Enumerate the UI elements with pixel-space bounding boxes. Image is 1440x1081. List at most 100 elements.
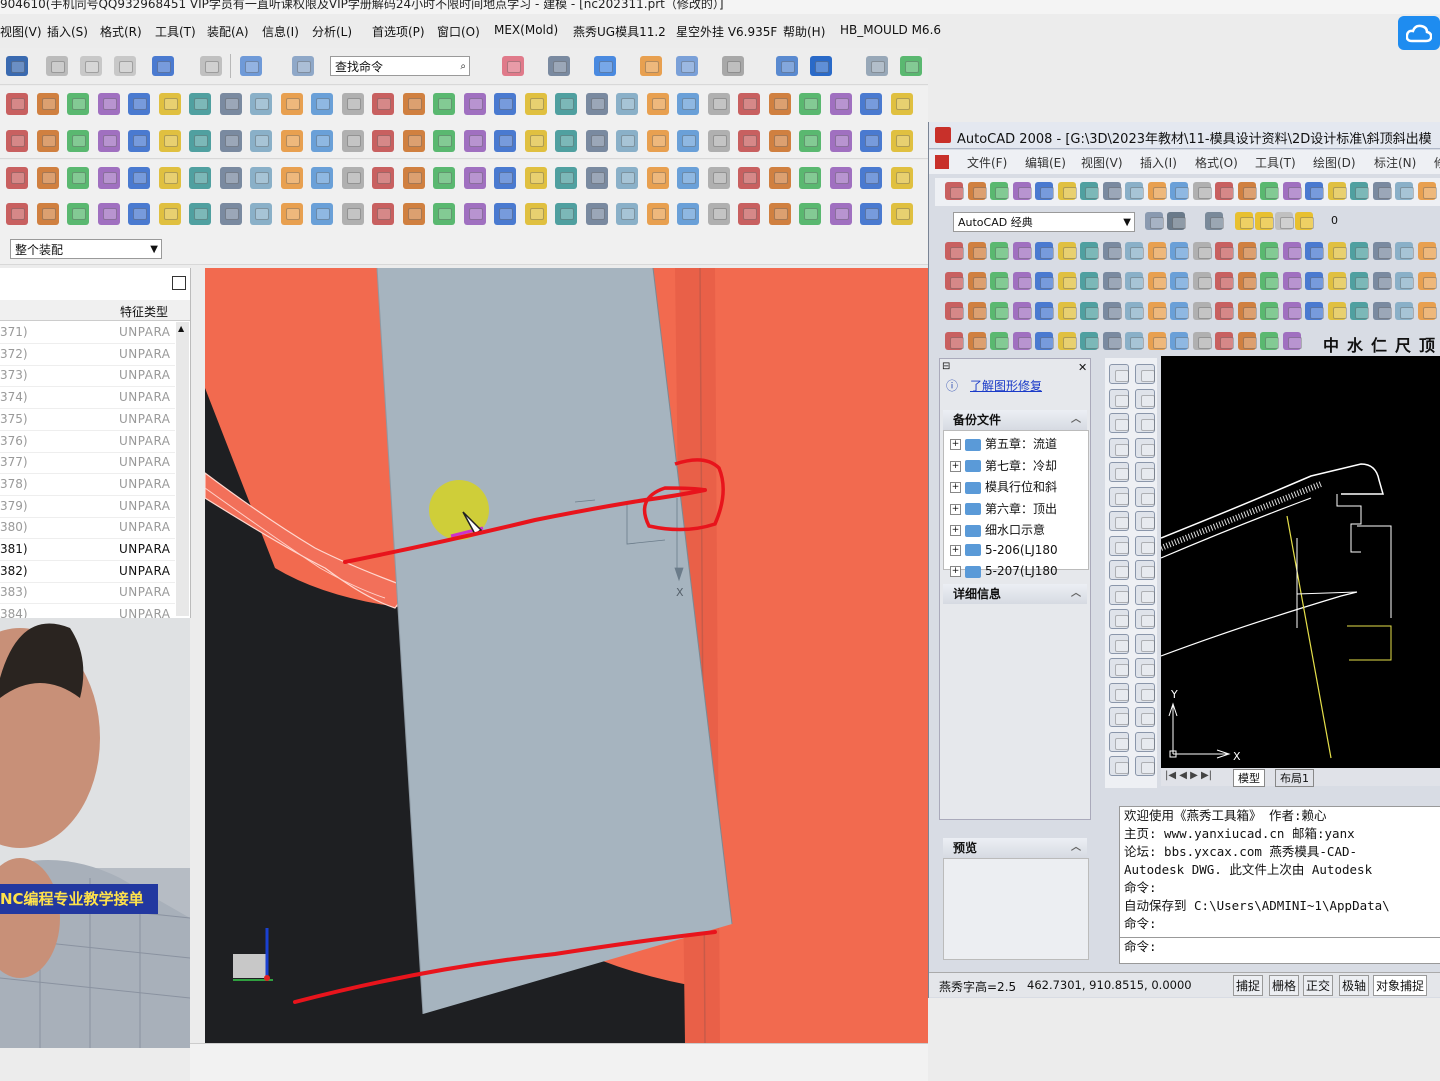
feature-row[interactable]: 376) UNPARA (0, 431, 175, 453)
surface-tool-icon[interactable] (219, 130, 242, 152)
draw-tool-icon[interactable] (1109, 535, 1129, 556)
collapse-icon[interactable]: ⊟ (942, 361, 950, 372)
surface-tool-icon[interactable] (524, 130, 547, 152)
menu-format[interactable]: 格式(R) (100, 23, 142, 40)
acad-standard-tool-icon[interactable] (1147, 182, 1167, 200)
yanxiu-tool-icon[interactable] (1395, 242, 1414, 260)
expand-icon[interactable]: + (950, 482, 961, 493)
yanxiu-tool-icon[interactable] (967, 332, 987, 350)
acad-menu-draw[interactable]: 绘图(D) (1313, 154, 1356, 171)
mold-tool-icon[interactable] (372, 203, 394, 225)
surface-tool-icon[interactable] (341, 130, 364, 152)
feature-tool-icon[interactable] (97, 93, 120, 115)
save-icon[interactable] (6, 56, 28, 76)
tree-item[interactable]: +5-207(LJ180 (950, 564, 1058, 584)
menu-hb-mould[interactable]: HB_MOULD M6.6 (840, 23, 941, 37)
draw-tool-icon[interactable] (1109, 609, 1129, 629)
curve-tool-icon[interactable] (829, 167, 852, 189)
yanxiu-tool-icon[interactable] (1102, 272, 1122, 290)
draw-tool-icon[interactable] (1109, 437, 1129, 458)
yanxiu-tool-icon[interactable] (1237, 302, 1257, 320)
feature-tool-icon[interactable] (67, 93, 89, 115)
curve-tool-icon[interactable] (646, 167, 669, 189)
feature-tool-icon[interactable] (463, 93, 486, 115)
mold-tool-icon[interactable] (555, 203, 577, 225)
feature-tool-icon[interactable] (768, 93, 791, 115)
modify-tool-icon[interactable] (1135, 486, 1155, 507)
curve-tool-icon[interactable] (372, 167, 394, 189)
modify-tool-icon[interactable] (1135, 584, 1155, 605)
acad-menu-edit[interactable]: 编辑(E) (1025, 154, 1066, 171)
surface-tool-icon[interactable] (799, 130, 821, 152)
mold-tool-icon[interactable] (738, 203, 760, 225)
feature-row[interactable]: 372) UNPARA (0, 344, 175, 366)
yanxiu-tool-icon[interactable] (1080, 242, 1099, 260)
command-search-input[interactable]: 查找命令 ⌕ (330, 56, 470, 76)
acad-standard-tool-icon[interactable] (1372, 182, 1392, 200)
shaded-view-icon[interactable] (810, 56, 832, 76)
feature-tool-icon[interactable] (524, 93, 547, 115)
menu-preferences[interactable]: 首选项(P) (372, 23, 425, 40)
feature-tool-icon[interactable] (372, 93, 394, 115)
curve-tool-icon[interactable] (280, 167, 303, 189)
acad-menu-insert[interactable]: 插入(I) (1140, 154, 1177, 171)
mold-tool-icon[interactable] (280, 203, 303, 225)
layer-icon[interactable] (640, 56, 662, 76)
section-view-icon[interactable] (776, 56, 798, 76)
yanxiu-tool-icon[interactable] (967, 242, 987, 260)
feature-tool-icon[interactable] (616, 93, 638, 115)
feature-tool-icon[interactable] (799, 93, 821, 115)
feature-row[interactable]: 375) UNPARA (0, 409, 175, 431)
surface-tool-icon[interactable] (768, 130, 791, 152)
tab-model[interactable]: 模型 (1233, 769, 1265, 787)
mold-tool-icon[interactable] (6, 203, 28, 225)
tree-item[interactable]: + 第六章：顶出 (950, 500, 1057, 520)
yanxiu-tool-icon[interactable] (990, 272, 1009, 290)
feature-row[interactable]: 373) UNPARA (0, 365, 175, 388)
mold-tool-icon[interactable] (524, 203, 547, 225)
yanxiu-tool-icon[interactable] (945, 302, 964, 320)
yanxiu-tool-icon[interactable] (1192, 302, 1212, 320)
feature-row[interactable]: 371) UNPARA (0, 322, 175, 344)
acad-standard-tool-icon[interactable] (1395, 182, 1414, 200)
draw-tool-icon[interactable] (1109, 462, 1129, 482)
yanxiu-tool-icon[interactable] (1035, 332, 1054, 350)
tree-item[interactable]: + 模具行位和斜 (950, 478, 1057, 498)
yanxiu-tool-icon[interactable] (1327, 302, 1347, 320)
acad-standard-tool-icon[interactable] (1192, 182, 1212, 200)
feature-row[interactable]: 378) UNPARA (0, 474, 175, 496)
mold-tool-icon[interactable] (67, 203, 89, 225)
drawing-area[interactable]: Y X (1161, 356, 1440, 776)
yanxiu-tool-icon[interactable] (1305, 272, 1324, 290)
mold-tool-icon[interactable] (707, 203, 730, 225)
mold-tool-icon[interactable] (585, 203, 608, 225)
expand-icon[interactable]: + (950, 566, 961, 577)
yanxiu-tool-icon[interactable] (1035, 302, 1054, 320)
tab-layout1[interactable]: 布局1 (1275, 769, 1314, 787)
yanxiu-tool-icon[interactable] (1080, 332, 1099, 350)
yanxiu-tool-icon[interactable] (1417, 302, 1437, 320)
draw-tool-icon[interactable] (1109, 633, 1129, 654)
curve-tool-icon[interactable] (524, 167, 547, 189)
mold-tool-icon[interactable] (677, 203, 699, 225)
mold-tool-icon[interactable] (97, 203, 120, 225)
curve-tool-icon[interactable] (463, 167, 486, 189)
mold-tool-icon[interactable] (402, 203, 425, 225)
scroll-up-icon[interactable]: ▲ (178, 324, 184, 333)
preview-section[interactable]: 预览 ︿ (943, 838, 1087, 858)
feature-tool-icon[interactable] (829, 93, 852, 115)
yanxiu-tool-icon[interactable] (1170, 272, 1189, 290)
yanxiu-tool-icon[interactable] (967, 272, 987, 290)
surface-tool-icon[interactable] (738, 130, 760, 152)
feature-tool-icon[interactable] (158, 93, 181, 115)
yanxiu-tool-icon[interactable] (1012, 302, 1032, 320)
acad-standard-tool-icon[interactable] (1327, 182, 1347, 200)
draw-tool-icon[interactable] (1109, 682, 1129, 703)
command-input[interactable]: 命令: (1120, 937, 1440, 956)
yanxiu-tool-icon[interactable] (1350, 242, 1369, 260)
yanxiu-tool-icon[interactable] (1417, 272, 1437, 290)
yanxiu-tool-icon[interactable] (1350, 272, 1369, 290)
curve-tool-icon[interactable] (341, 167, 364, 189)
curve-tool-icon[interactable] (67, 167, 89, 189)
draw-label-water[interactable]: 水 (1347, 332, 1363, 356)
